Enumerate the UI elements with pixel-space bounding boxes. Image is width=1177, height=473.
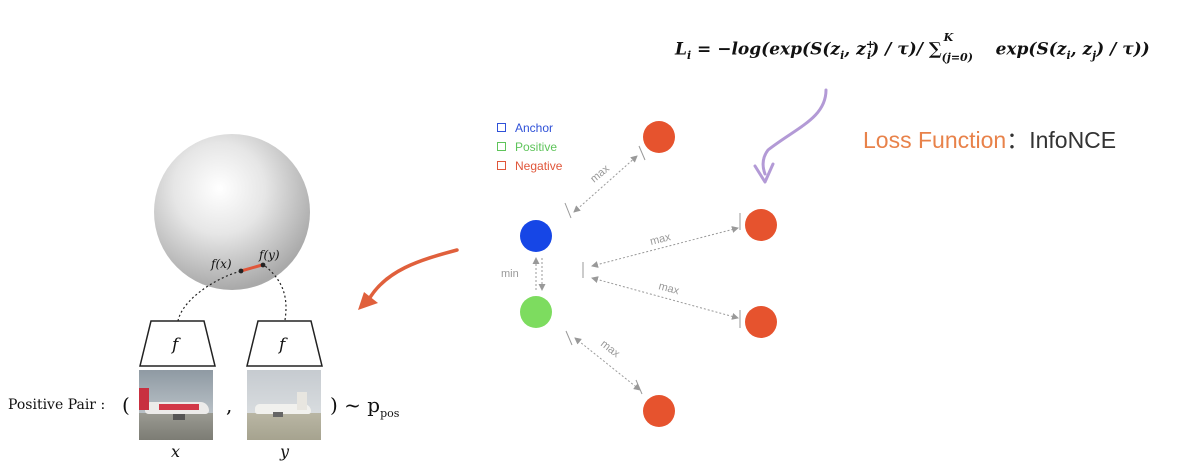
purple-curved-arrow [761, 88, 828, 176]
negative-node-4 [643, 395, 675, 427]
negative-node-3 [745, 306, 777, 338]
pos-subscript: pos [380, 407, 400, 420]
negative-node-2 [745, 209, 777, 241]
min-label: min [501, 268, 519, 280]
legend-label-positive: Positive [515, 139, 558, 154]
legend-label-anchor: Anchor [515, 120, 554, 135]
pair-close-distribution: ) ~ ppos [330, 393, 399, 420]
max-label-4: max [598, 338, 622, 361]
image-y-thumbnail [247, 370, 321, 440]
fy-label: f(y) [258, 248, 280, 262]
max-edge-1: max [564, 145, 646, 219]
pair-close-text: ) ~ p [330, 393, 381, 417]
legend-item-negative: Negative [497, 156, 562, 175]
positive-pair-label: Positive Pair : [8, 397, 106, 413]
infonce-formula: Li = −log(exp(S(zi, z+i) / τ)/ ∑ K (j=0) e… [675, 30, 1150, 64]
max-label-3: max [657, 280, 681, 297]
orange-arrowhead [358, 292, 378, 310]
legend: Anchor Positive Negative [497, 118, 562, 175]
anchor-square-icon [497, 123, 506, 132]
legend-item-positive: Positive [497, 137, 562, 156]
positive-node [520, 296, 552, 328]
negative-node-1 [643, 121, 675, 153]
max-edge-2: max [582, 213, 741, 278]
x-label: x [171, 442, 181, 461]
fx-label: f(x) [210, 257, 232, 271]
negative-square-icon [497, 161, 506, 170]
fx-point [238, 268, 244, 274]
max-label-2: max [649, 231, 673, 248]
positive-square-icon [497, 142, 506, 151]
loss-function-separator: ： [1006, 127, 1030, 153]
embedding-sphere [154, 134, 310, 290]
anchor-node [520, 220, 552, 252]
y-label: y [280, 442, 290, 461]
pair-comma: , [226, 393, 233, 417]
legend-item-anchor: Anchor [497, 118, 562, 137]
loss-function-title: Loss Function：InfoNCE [863, 121, 1116, 155]
orange-curved-arrow [366, 248, 459, 303]
loss-function-label: Loss Function [863, 127, 1007, 153]
fy-point [260, 262, 266, 268]
open-paren: ( [122, 393, 130, 417]
legend-label-negative: Negative [515, 158, 563, 173]
image-x-thumbnail [139, 370, 213, 440]
max-edge-3: max [591, 276, 741, 328]
loss-function-value: InfoNCE [1029, 127, 1117, 153]
max-edge-4: max [565, 330, 643, 395]
